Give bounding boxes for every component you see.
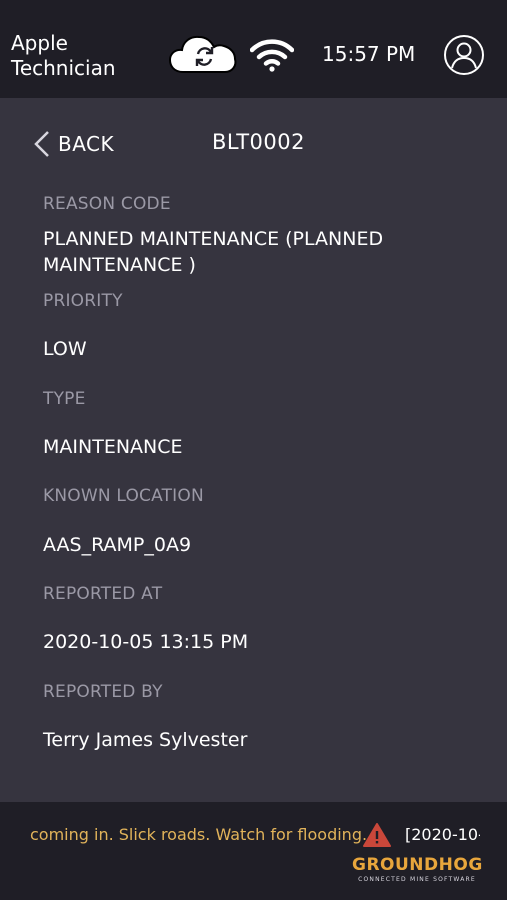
wifi-icon bbox=[250, 39, 294, 72]
ticker-date: [2020-10- bbox=[405, 825, 480, 844]
brand-logo: GROUNDHOG CONNECTED MINE SOFTWARE bbox=[352, 855, 482, 884]
chevron-left-icon bbox=[34, 131, 49, 157]
known-location-label: KNOWN LOCATION bbox=[43, 486, 204, 506]
known-location-value: AAS_RAMP_0A9 bbox=[43, 534, 192, 556]
reason-code-label: REASON CODE bbox=[43, 194, 171, 214]
user-role: Technician bbox=[11, 56, 116, 80]
brand-tagline: CONNECTED MINE SOFTWARE bbox=[358, 876, 476, 883]
page-title: BLT0002 bbox=[212, 130, 305, 154]
warning-icon bbox=[363, 823, 391, 847]
footer-bar: coming in. Slick roads. Watch for floodi… bbox=[0, 802, 507, 900]
user-first-name: Apple bbox=[11, 31, 68, 55]
priority-value: LOW bbox=[43, 338, 87, 360]
detail-panel: BACK BLT0002 REASON CODE PLANNED MAINTEN… bbox=[0, 98, 507, 802]
reason-code-value: PLANNED MAINTENANCE (PLANNED MAINTENANCE… bbox=[43, 228, 384, 276]
profile-icon[interactable] bbox=[443, 34, 485, 76]
reported-at-value: 2020-10-05 13:15 PM bbox=[43, 631, 249, 653]
type-value: MAINTENANCE bbox=[43, 436, 183, 458]
priority-label: PRIORITY bbox=[43, 291, 123, 311]
top-bar: Apple Technician 15:57 PM bbox=[0, 0, 507, 98]
clock: 15:57 PM bbox=[322, 42, 416, 66]
back-label: BACK bbox=[58, 132, 115, 156]
alert-ticker[interactable]: coming in. Slick roads. Watch for floodi… bbox=[30, 822, 480, 850]
reported-by-label: REPORTED BY bbox=[43, 682, 163, 702]
reported-at-label: REPORTED AT bbox=[43, 584, 163, 604]
reported-by-value: Terry James Sylvester bbox=[43, 729, 248, 751]
ticker-message: coming in. Slick roads. Watch for floodi… bbox=[30, 825, 368, 844]
back-button[interactable]: BACK bbox=[32, 128, 114, 160]
brand-name: GROUNDHOG bbox=[352, 855, 483, 875]
cloud-sync-icon[interactable] bbox=[169, 34, 239, 74]
type-label: TYPE bbox=[43, 389, 86, 409]
user-name: Apple Technician bbox=[11, 31, 116, 81]
